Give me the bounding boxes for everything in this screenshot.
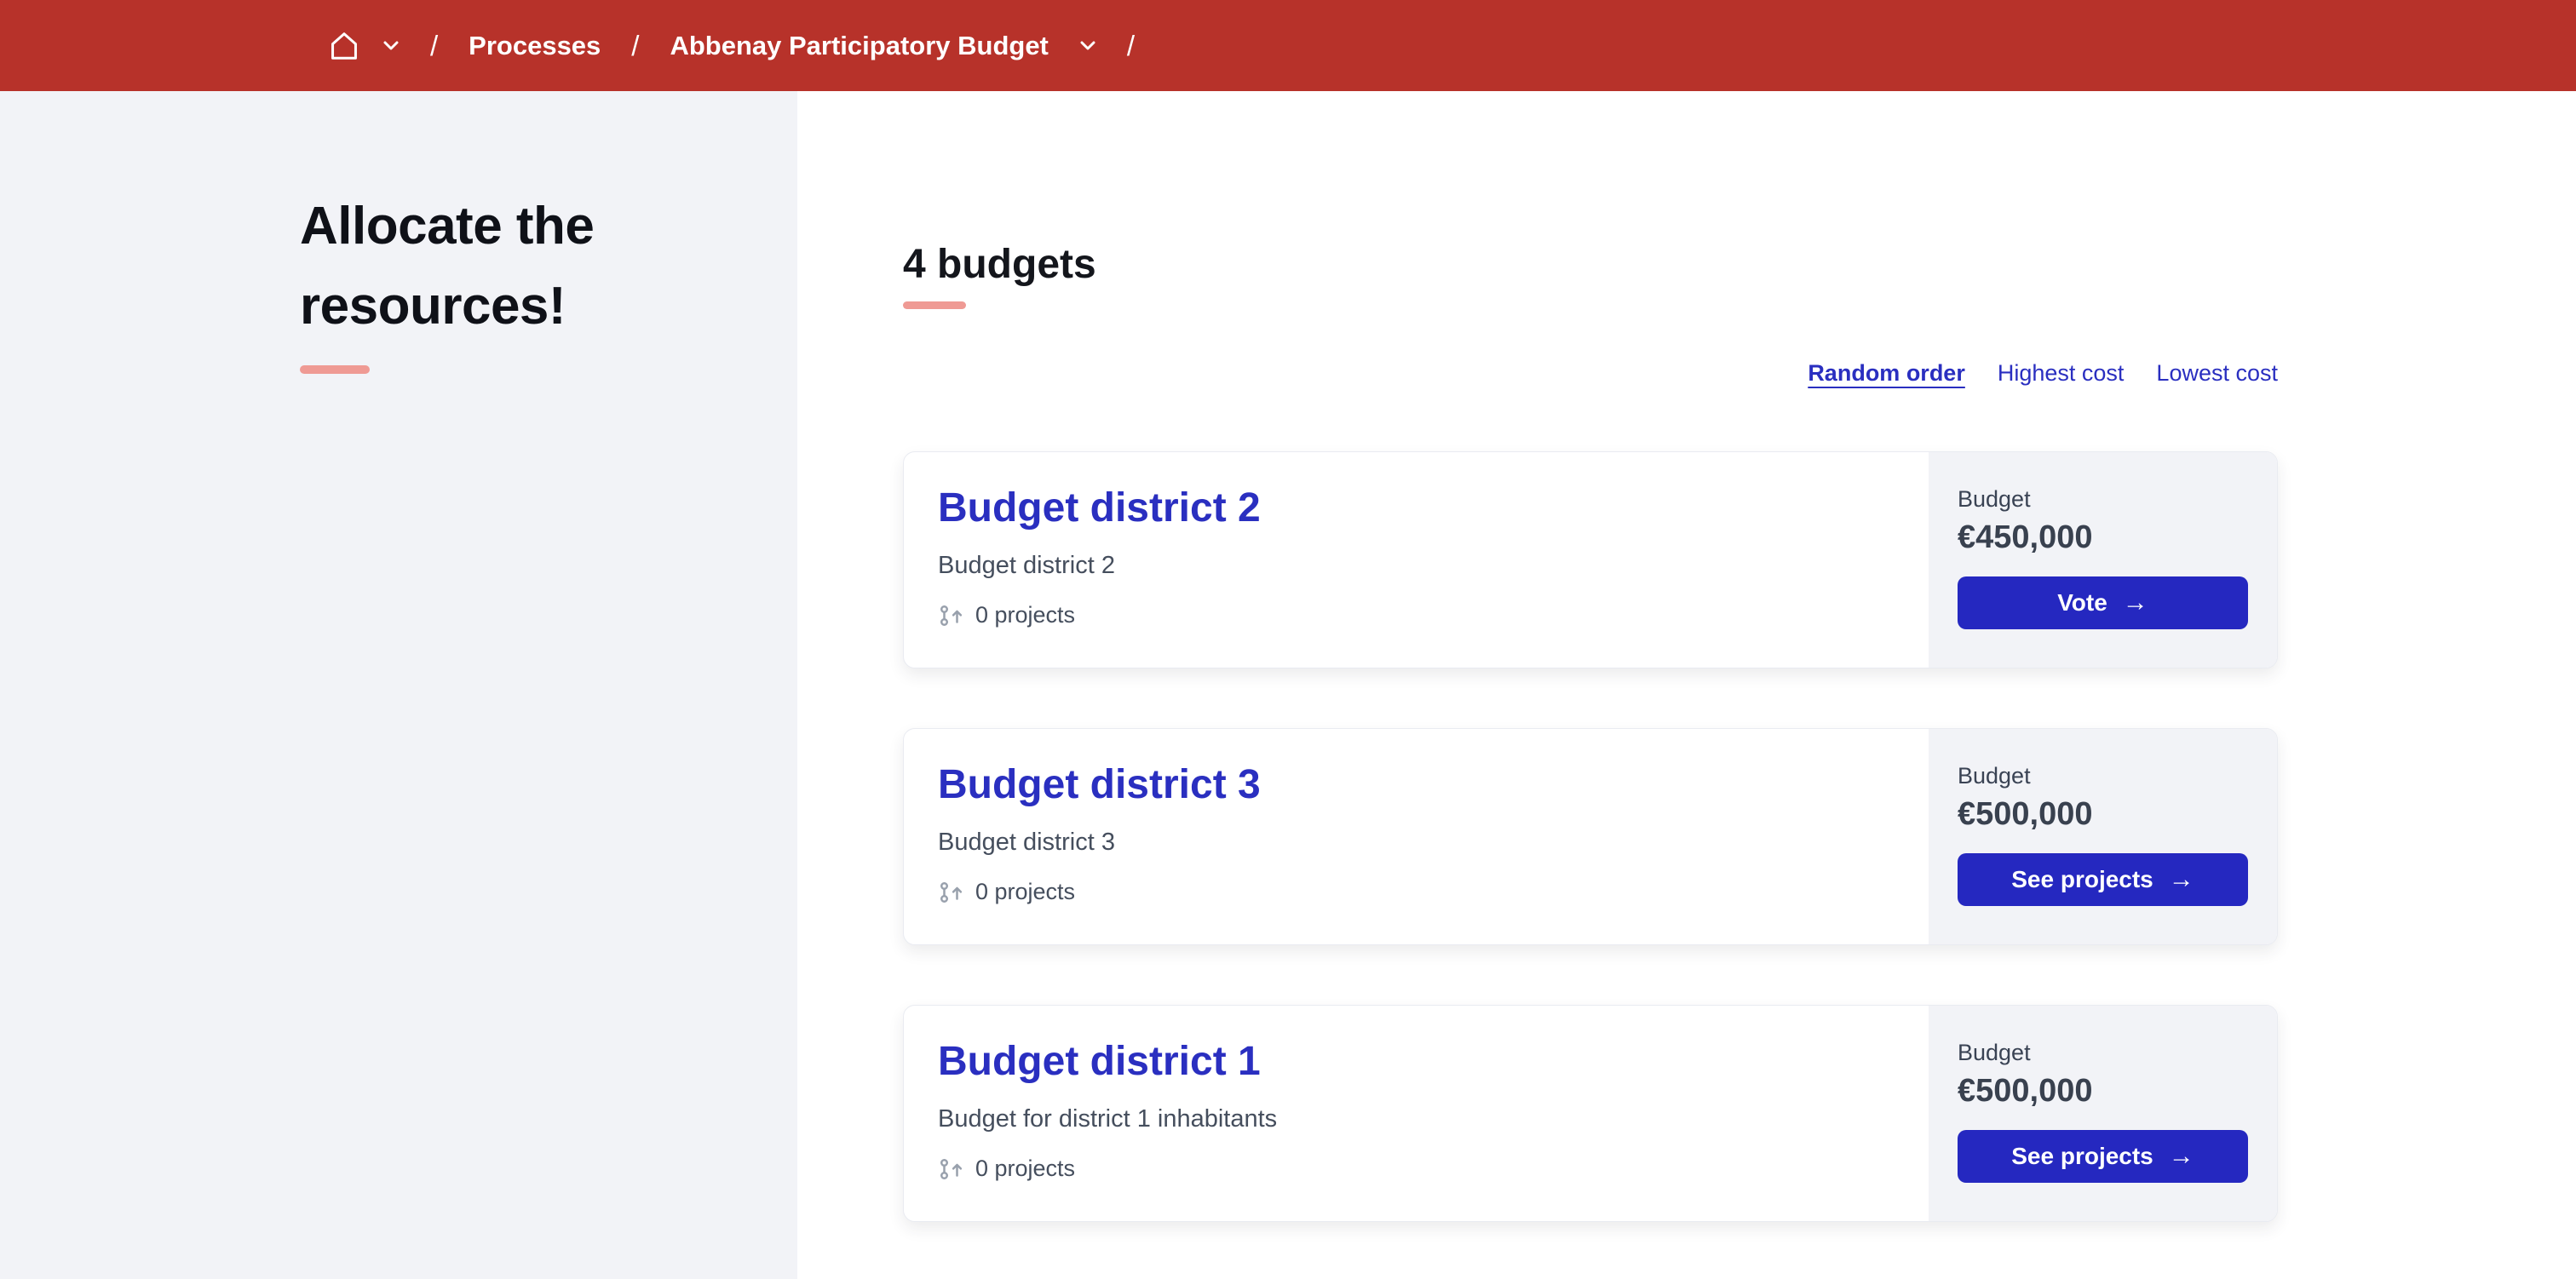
budget-description: Budget district 3 [938, 829, 1115, 856]
projects-icon [938, 603, 963, 628]
budget-description: Budget district 2 [938, 552, 1115, 579]
breadcrumb-item-processes[interactable]: Processes [469, 31, 601, 61]
budget-card-aside: Budget €500,000 See projects → [1929, 729, 2277, 944]
budget-card-aside: Budget €500,000 See projects → [1929, 1006, 2277, 1221]
budget-amount-label: Budget [1958, 1040, 2031, 1065]
page-title: Allocate the resources! [300, 197, 595, 336]
projects-count-label: 0 projects [975, 1156, 1076, 1181]
budget-amount-label: Budget [1958, 486, 2031, 512]
budget-description: Budget for district 1 inhabitants [938, 1105, 1278, 1133]
projects-icon [938, 880, 963, 905]
chevron-down-icon[interactable] [382, 40, 400, 51]
vote-button[interactable]: Vote → [1958, 576, 2248, 629]
breadcrumb: / Processes / Abbenay Participatory Budg… [0, 0, 2576, 91]
projects-icon [938, 1156, 963, 1182]
budget-title-link[interactable]: Budget district 2 [938, 486, 1261, 531]
budget-amount-value: €450,000 [1958, 519, 2093, 555]
budget-cards: Budget district 2 Budget district 2 0 pr… [903, 451, 2278, 1222]
projects-count-label: 0 projects [975, 879, 1076, 904]
budget-amount-value: €500,000 [1958, 796, 2093, 832]
heading-accent-underline [903, 301, 966, 309]
see-projects-button-label: See projects [2011, 866, 2153, 892]
budget-card: Budget district 1 Budget for district 1 … [903, 1005, 2278, 1222]
home-icon[interactable] [328, 30, 360, 62]
breadcrumb-separator: / [1126, 29, 1136, 61]
budget-amount-value: €500,000 [1958, 1073, 2093, 1109]
breadcrumb-separator: / [631, 29, 640, 61]
arrow-right-icon: → [2168, 1142, 2194, 1170]
budget-projects-count: 0 projects [938, 879, 1929, 905]
budget-card-body: Budget district 1 Budget for district 1 … [904, 1006, 1929, 1221]
arrow-right-icon: → [2122, 588, 2148, 617]
budget-card-body: Budget district 2 Budget district 2 0 pr… [904, 452, 1929, 668]
vote-button-label: Vote [2057, 589, 2107, 616]
chevron-down-icon[interactable] [1079, 40, 1096, 51]
projects-count-label: 0 projects [975, 602, 1076, 628]
arrow-right-icon: → [2168, 865, 2194, 893]
budgets-list-section: 4 budgets Random order Highest cost Lowe… [797, 91, 2576, 1279]
see-projects-button-label: See projects [2011, 1143, 2153, 1169]
budgets-count-heading: 4 budgets [903, 242, 1096, 287]
budget-card: Budget district 2 Budget district 2 0 pr… [903, 451, 2278, 668]
budget-card-body: Budget district 3 Budget district 3 0 pr… [904, 729, 1929, 944]
budget-projects-count: 0 projects [938, 1156, 1929, 1182]
sort-highest-cost-link[interactable]: Highest cost [1998, 360, 2125, 387]
sidebar: Allocate the resources! [0, 91, 797, 1279]
see-projects-button[interactable]: See projects → [1958, 853, 2248, 906]
budget-card-aside: Budget €450,000 Vote → [1929, 452, 2277, 668]
budget-projects-count: 0 projects [938, 602, 1929, 628]
breadcrumb-item-current-process[interactable]: Abbenay Participatory Budget [670, 31, 1048, 61]
see-projects-button[interactable]: See projects → [1958, 1130, 2248, 1183]
budget-amount-label: Budget [1958, 763, 2031, 789]
sort-lowest-cost-link[interactable]: Lowest cost [2156, 360, 2278, 387]
budget-title-link[interactable]: Budget district 1 [938, 1040, 1261, 1084]
sort-options: Random order Highest cost Lowest cost [903, 360, 2278, 387]
budget-card: Budget district 3 Budget district 3 0 pr… [903, 728, 2278, 945]
breadcrumb-separator: / [430, 29, 439, 61]
title-accent-underline [300, 365, 370, 374]
budget-title-link[interactable]: Budget district 3 [938, 763, 1261, 807]
sort-random-order-link[interactable]: Random order [1808, 360, 1965, 387]
